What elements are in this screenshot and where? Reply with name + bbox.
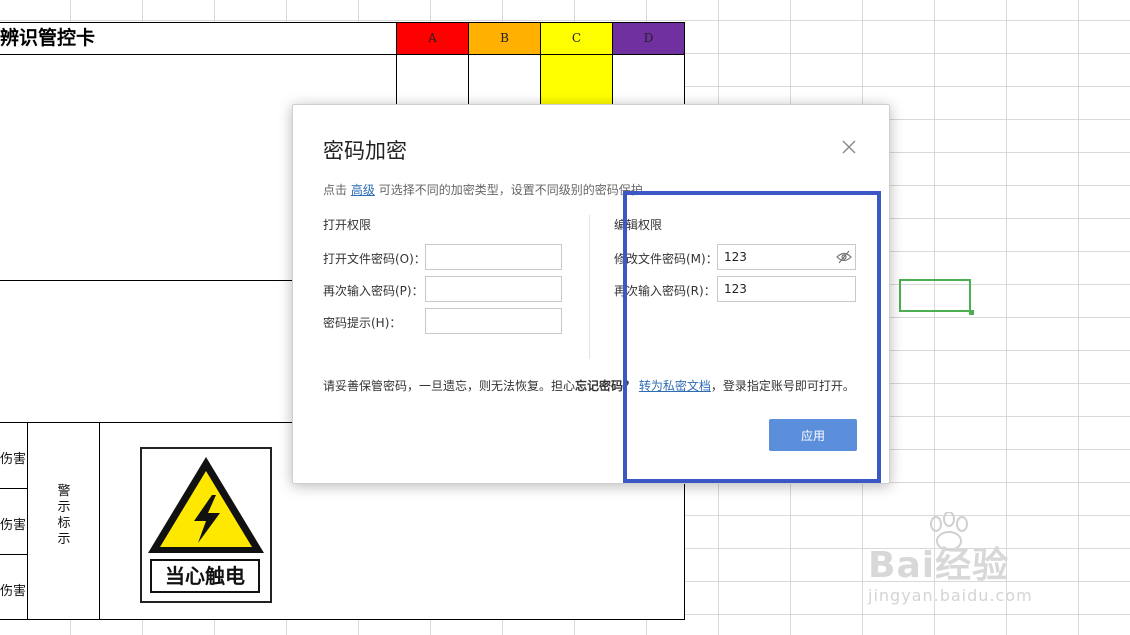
watermark-brand: Bai经验 bbox=[868, 545, 1010, 586]
sheet-title: 辨识管控卡 bbox=[0, 23, 396, 54]
sheet-border bbox=[99, 422, 100, 620]
sheet-border bbox=[0, 488, 27, 489]
sheet-border bbox=[396, 22, 397, 105]
dialog-hint: 点击 高级 可选择不同的加密类型，设置不同级别的密码保护。 bbox=[323, 183, 655, 197]
highlight-annotation-box bbox=[623, 191, 881, 483]
warning-sign-text: 当心触电 bbox=[150, 559, 260, 593]
open-password-label: 打开文件密码(O)： bbox=[323, 252, 426, 266]
close-icon[interactable] bbox=[838, 136, 860, 158]
open-permission-title: 打开权限 bbox=[323, 218, 372, 232]
sheet-border bbox=[27, 422, 28, 620]
sheet-border bbox=[0, 280, 292, 281]
sheet-border bbox=[0, 422, 292, 423]
open-confirm-label: 再次输入密码(P)： bbox=[323, 284, 424, 298]
password-hint-input[interactable] bbox=[425, 308, 562, 334]
selected-cell[interactable] bbox=[899, 279, 971, 312]
level-d-header[interactable]: D bbox=[613, 23, 684, 54]
sheet-border bbox=[468, 22, 469, 105]
sheet-border bbox=[0, 619, 685, 620]
hazard-row-label: 伤害 bbox=[0, 518, 27, 533]
high-voltage-icon bbox=[148, 457, 264, 553]
level-a-header[interactable]: A bbox=[397, 23, 468, 54]
open-confirm-input[interactable] bbox=[425, 276, 562, 302]
hazard-row-label: 伤害 bbox=[0, 584, 27, 599]
dialog-title: 密码加密 bbox=[323, 139, 407, 163]
warning-sign-label: 警 示 标 示 bbox=[57, 484, 71, 547]
level-c-cell[interactable] bbox=[541, 55, 612, 105]
sheet-border bbox=[0, 54, 685, 55]
watermark-url: jingyan.baidu.com bbox=[868, 586, 1033, 605]
open-password-input[interactable] bbox=[425, 244, 562, 270]
password-hint-label: 密码提示(H)： bbox=[323, 316, 402, 330]
fill-handle[interactable] bbox=[969, 310, 974, 315]
sheet-border bbox=[612, 22, 613, 105]
sheet-border bbox=[0, 554, 27, 555]
sheet-border bbox=[0, 22, 685, 23]
level-b-header[interactable]: B bbox=[469, 23, 540, 54]
advanced-link[interactable]: 高级 bbox=[351, 183, 375, 197]
sheet-border bbox=[540, 22, 541, 105]
level-c-header[interactable]: C bbox=[541, 23, 612, 54]
section-divider bbox=[589, 215, 590, 359]
electric-shock-warning-sign: 当心触电 bbox=[140, 447, 272, 603]
hazard-row-label: 伤害 bbox=[0, 452, 27, 467]
